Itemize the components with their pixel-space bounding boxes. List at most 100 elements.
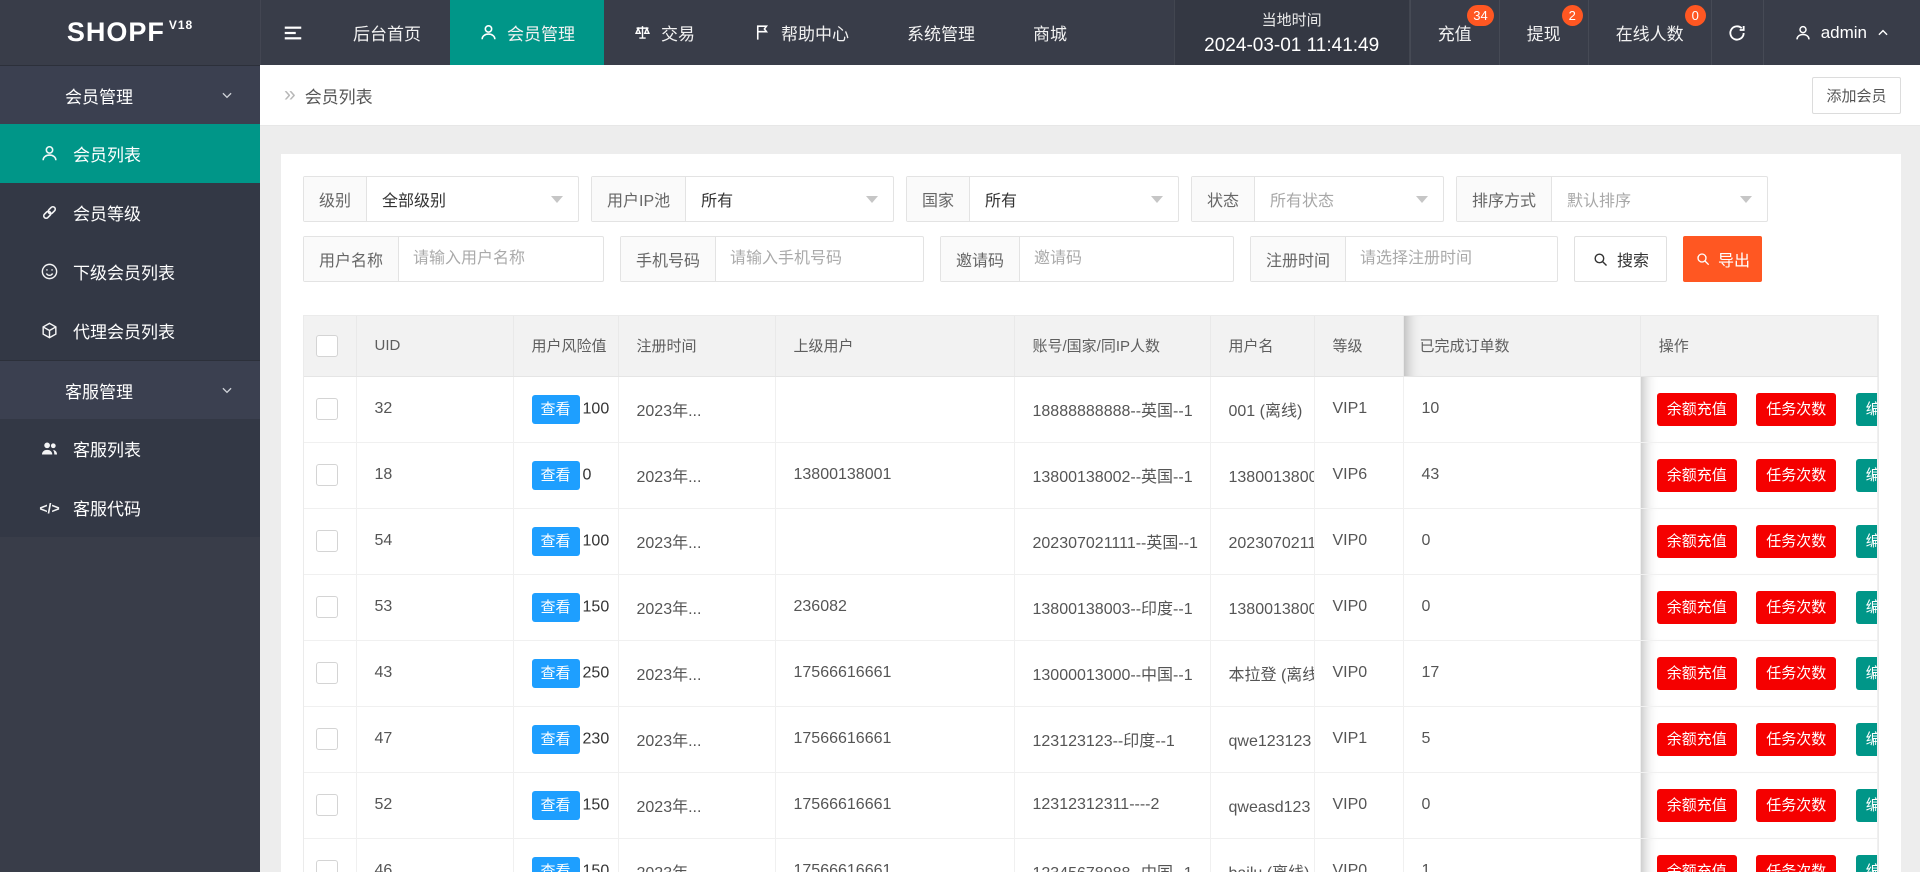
cell-username: 001 (离线) (1210, 376, 1314, 442)
row-checkbox[interactable] (316, 860, 338, 872)
view-risk-button[interactable]: 查看 (532, 395, 580, 424)
task-count-button[interactable]: 任务次数 (1756, 393, 1836, 426)
cell-account-country-ip: 12345678988--中国--1 (1014, 838, 1210, 872)
cell-account-country-ip: 123123123--印度--1 (1014, 706, 1210, 772)
edit-button[interactable]: 编辑 (1856, 591, 1878, 624)
filter-input-field[interactable] (399, 237, 634, 281)
edit-button[interactable]: 编辑 (1856, 459, 1878, 492)
sidebar-entry-icon: </> (40, 498, 59, 517)
table-body: 32 查看100 2023年... 18888888888--英国--1 001… (304, 376, 1878, 872)
edit-button[interactable]: 编辑 (1856, 525, 1878, 558)
edit-button[interactable]: 编辑 (1856, 657, 1878, 690)
row-select-cell (304, 442, 356, 508)
balance-recharge-button[interactable]: 余额充值 (1657, 855, 1737, 872)
row-checkbox[interactable] (316, 464, 338, 486)
filter-select[interactable]: 国家 所有 (906, 176, 1179, 222)
sidebar-entry[interactable]: 代理会员列表 (0, 301, 260, 360)
select-all-checkbox[interactable] (316, 335, 338, 357)
filter-select[interactable]: 级别 全部级别 (303, 176, 579, 222)
nav-item-label: 后台首页 (353, 20, 421, 45)
nav-menu-item[interactable]: 系统管理 (878, 0, 1004, 65)
view-risk-button[interactable]: 查看 (532, 659, 580, 688)
view-risk-button[interactable]: 查看 (532, 461, 580, 490)
balance-recharge-button[interactable]: 余额充值 (1657, 789, 1737, 822)
stat-item[interactable]: 充值 34 (1411, 0, 1500, 65)
local-time-label: 当地时间 (1262, 9, 1322, 30)
view-risk-button[interactable]: 查看 (532, 527, 580, 556)
table-row: 53 查看150 2023年... 236082 13800138003--印度… (304, 574, 1878, 640)
top-navbar: SHOPF V18 后台首页 会员管理 交易 帮助中心 (0, 0, 1920, 65)
nav-menu-item[interactable]: 帮助中心 (724, 0, 878, 65)
nav-menu-item[interactable]: 会员管理 (450, 0, 604, 65)
stat-badge: 34 (1467, 5, 1493, 26)
sidebar-entry[interactable]: 下级会员列表 (0, 242, 260, 301)
nav-menu-item[interactable]: 交易 (604, 0, 724, 65)
cell-account-country-ip: 18888888888--英国--1 (1014, 376, 1210, 442)
filter-select[interactable]: 用户IP池 所有 (591, 176, 894, 222)
task-count-button[interactable]: 任务次数 (1756, 723, 1836, 756)
view-risk-button[interactable]: 查看 (532, 725, 580, 754)
edit-button[interactable]: 编辑 (1856, 789, 1878, 822)
filter-input-field[interactable] (716, 237, 951, 281)
row-checkbox[interactable] (316, 662, 338, 684)
risk-value: 100 (583, 532, 610, 549)
view-risk-button[interactable]: 查看 (532, 593, 580, 622)
view-risk-button[interactable]: 查看 (532, 791, 580, 820)
add-member-button[interactable]: 添加会员 (1812, 77, 1901, 114)
sidebar-entry-main: 会员列表 (40, 141, 141, 166)
filter-select[interactable]: 排序方式 默认排序 (1456, 176, 1768, 222)
task-count-button[interactable]: 任务次数 (1756, 591, 1836, 624)
cell-uid: 46 (356, 838, 513, 872)
sidebar-toggle-button[interactable] (260, 0, 324, 65)
user-menu[interactable]: admin (1764, 0, 1920, 65)
filter-select[interactable]: 状态 所有状态 (1191, 176, 1444, 222)
row-checkbox[interactable] (316, 530, 338, 552)
filter-input: 用户名称 (303, 236, 604, 282)
balance-recharge-button[interactable]: 余额充值 (1657, 393, 1737, 426)
risk-value: 150 (583, 796, 610, 813)
nav-menu-item[interactable]: 商城 (1004, 0, 1096, 65)
stat-label: 充值 (1438, 20, 1472, 45)
task-count-button[interactable]: 任务次数 (1756, 789, 1836, 822)
row-checkbox[interactable] (316, 794, 338, 816)
cell-completed-orders: 10 (1403, 376, 1640, 442)
nav-menu-item[interactable]: 后台首页 (324, 0, 450, 65)
task-count-button[interactable]: 任务次数 (1756, 657, 1836, 690)
sidebar-entry[interactable]: 会员列表 (0, 124, 260, 183)
stat-item[interactable]: 在线人数 0 (1589, 0, 1712, 65)
filter-input-field[interactable] (1020, 237, 1255, 281)
cell-level: VIP0 (1314, 772, 1403, 838)
filter-select-value: 所有 (970, 177, 1178, 221)
row-checkbox[interactable] (316, 728, 338, 750)
task-count-button[interactable]: 任务次数 (1756, 855, 1836, 872)
sidebar-entry[interactable]: 会员管理 (0, 65, 260, 124)
balance-recharge-button[interactable]: 余额充值 (1657, 591, 1737, 624)
balance-recharge-button[interactable]: 余额充值 (1657, 525, 1737, 558)
sidebar-entry[interactable]: 客服列表 (0, 419, 260, 478)
balance-recharge-button[interactable]: 余额充值 (1657, 723, 1737, 756)
search-button[interactable]: 搜索 (1574, 236, 1667, 282)
export-button[interactable]: 导出 (1683, 236, 1762, 282)
row-checkbox[interactable] (316, 398, 338, 420)
risk-value: 150 (583, 862, 610, 872)
task-count-button[interactable]: 任务次数 (1756, 525, 1836, 558)
filter-input-field[interactable] (1346, 237, 1581, 281)
balance-recharge-button[interactable]: 余额充值 (1657, 657, 1737, 690)
sidebar-entry[interactable]: </> 客服代码 (0, 478, 260, 537)
edit-button[interactable]: 编辑 (1856, 723, 1878, 756)
balance-recharge-button[interactable]: 余额充值 (1657, 459, 1737, 492)
sidebar-entry[interactable]: 会员等级 (0, 183, 260, 242)
chevron-down-icon (220, 88, 234, 102)
stat-item[interactable]: 提现 2 (1500, 0, 1589, 65)
refresh-button[interactable] (1712, 0, 1764, 65)
table-row: 32 查看100 2023年... 18888888888--英国--1 001… (304, 376, 1878, 442)
edit-button[interactable]: 编辑 (1856, 855, 1878, 872)
row-checkbox[interactable] (316, 596, 338, 618)
cell-actions: 余额充值 任务次数 编辑 ... (1640, 772, 1877, 838)
edit-button[interactable]: 编辑 (1856, 393, 1878, 426)
view-risk-button[interactable]: 查看 (532, 857, 580, 872)
sidebar-entry[interactable]: 客服管理 (0, 360, 260, 419)
filter-inputs-row: 用户名称 手机号码 邀请码 注册时间 (303, 236, 1879, 282)
task-count-button[interactable]: 任务次数 (1756, 459, 1836, 492)
cell-account-country-ip: 202307021111--英国--1 (1014, 508, 1210, 574)
